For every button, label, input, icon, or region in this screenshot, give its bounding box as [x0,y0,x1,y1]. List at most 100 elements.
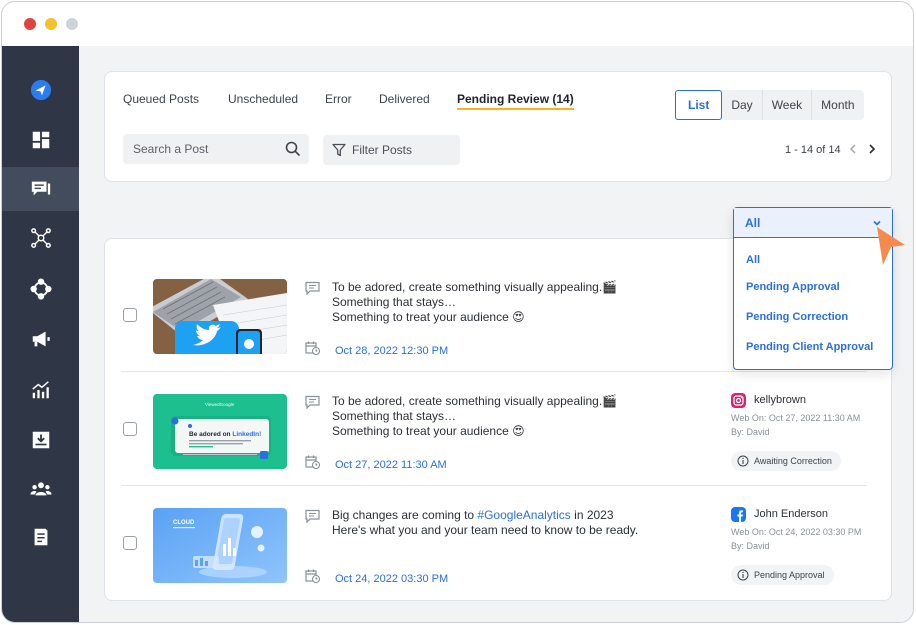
thumb-headline: Be adored on LinkedIn! [189,431,261,438]
post-text-line: To be adored, create something visually … [332,394,618,408]
status-label: Awaiting Correction [754,456,832,466]
post-checkbox[interactable] [123,308,137,322]
tab-delivered[interactable]: Delivered [379,92,430,110]
post-row: ViewedGoogle Be adored on LinkedIn! To b… [105,373,893,486]
users-icon[interactable] [2,467,79,511]
thumb-headline-text: Be adored on [189,431,232,438]
message-icon [305,395,320,409]
post-text-line: Big changes are coming to #GoogleAnalyti… [332,508,638,523]
send-logo-icon[interactable] [2,68,79,112]
web-on-text: Web On: Oct 24, 2022 03:30 PM [731,527,862,537]
post-text-part: in 2023 [570,508,614,522]
status-badge: Awaiting Correction [731,451,841,471]
thumb-title: CLOUD [173,520,195,526]
sidebar [2,46,79,622]
cloud-phone-image: CLOUD [153,508,287,583]
close-window-button[interactable] [24,18,36,30]
post-date: Oct 24, 2022 03:30 PM [335,573,449,585]
status-label: Pending Approval [754,570,825,580]
megaphone-icon[interactable] [2,317,79,361]
maximize-window-button[interactable] [66,18,78,30]
view-day-button[interactable]: Day [722,90,763,120]
status-option-pending-correction[interactable]: Pending Correction [746,311,848,323]
chevron-right-icon[interactable] [865,142,879,156]
reports-icon[interactable] [2,515,79,559]
info-icon [737,569,749,581]
filter-posts-button[interactable]: Filter Posts [323,135,460,165]
message-icon [305,509,320,523]
dashboard-icon[interactable] [2,118,79,162]
post-text-line: Something to treat your audience 😍 [332,424,525,438]
row-divider [121,485,867,486]
search-icon[interactable] [285,141,301,157]
calendar-clock-icon [305,341,320,355]
status-option-pending-approval[interactable]: Pending Approval [746,281,840,293]
pagination-text: 1 - 14 of 14 [785,144,841,156]
status-filter-select[interactable]: All [734,208,892,238]
toolbar-card: Queued Posts Unscheduled Error Delivered… [104,71,892,182]
post-checkbox[interactable] [123,536,137,550]
share-icon[interactable] [2,267,79,311]
download-icon[interactable] [2,418,79,462]
linkedin-card-image: ViewedGoogle Be adored on LinkedIn! [153,394,287,469]
view-month-button[interactable]: Month [812,90,863,120]
post-checkbox[interactable] [123,422,137,436]
post-text: Big changes are coming to #GoogleAnalyti… [332,508,638,538]
main-content: Queued Posts Unscheduled Error Delivered… [79,46,913,622]
status-filter-dropdown: All All Pending Approval Pending Correct… [733,207,893,370]
post-text: To be adored, create something visually … [332,280,617,325]
by-text: By: David [731,427,770,437]
account-name: John Enderson [754,508,828,520]
post-thumbnail[interactable]: ViewedGoogle Be adored on LinkedIn! [153,394,287,469]
cursor-arrow-icon [877,227,905,265]
view-switcher: List Day Week Month [675,90,864,120]
post-text-line: Something that stays… [332,409,457,423]
post-thumbnail[interactable] [153,279,287,354]
search-box [123,134,309,164]
tab-queued-posts[interactable]: Queued Posts [123,92,199,110]
instagram-icon [731,393,746,408]
row-divider [121,371,867,372]
status-badge: Pending Approval [731,565,834,585]
post-thumbnail[interactable]: CLOUD [153,508,287,583]
calendar-clock-icon [305,455,320,469]
tab-unscheduled[interactable]: Unscheduled [228,92,298,110]
minimize-window-button[interactable] [45,18,57,30]
tab-error[interactable]: Error [325,92,352,110]
facebook-icon [731,507,746,522]
status-filter-selected: All [745,216,761,230]
view-week-button[interactable]: Week [763,90,813,120]
thumb-headline-tag: LinkedIn! [232,431,261,438]
calendar-clock-icon [305,569,320,583]
network-icon[interactable] [2,216,79,260]
post-date: Oct 28, 2022 12:30 PM [335,345,449,357]
message-icon [305,281,320,295]
thumb-brand-text: ViewedGoogle [205,402,235,407]
search-input[interactable] [133,134,283,164]
app-window: Queued Posts Unscheduled Error Delivered… [1,1,914,623]
status-option-all[interactable]: All [746,254,760,266]
hashtag-link[interactable]: #GoogleAnalytics [477,508,570,522]
post-text: To be adored, create something visually … [332,394,617,439]
post-text-line: To be adored, create something visually … [332,280,618,294]
view-list-button[interactable]: List [675,90,723,120]
post-text-line: Something that stays… [332,295,457,309]
post-text-line: Something to treat your audience 😍 [332,310,525,324]
post-row: CLOUD Big changes are coming to #GoogleA… [105,487,893,600]
post-date: Oct 27, 2022 11:30 AM [335,459,447,471]
filter-posts-label: Filter Posts [352,143,413,157]
status-option-pending-client-approval[interactable]: Pending Client Approval [746,341,873,353]
by-text: By: David [731,541,770,551]
window-titlebar [2,2,913,46]
posts-icon[interactable] [2,167,79,211]
analytics-icon[interactable] [2,368,79,412]
twitter-laptop-image [153,279,287,354]
tab-pending-review[interactable]: Pending Review (14) [457,92,574,110]
info-icon [737,455,749,467]
post-text-line: Here's what you and your team need to kn… [332,523,639,537]
post-text-part: Big changes are coming to [332,508,478,522]
filter-icon [332,143,346,157]
chevron-left-icon[interactable] [846,142,860,156]
account-name: kellybrown [754,394,806,406]
web-on-text: Web On: Oct 27, 2022 11:30 AM [731,413,861,423]
